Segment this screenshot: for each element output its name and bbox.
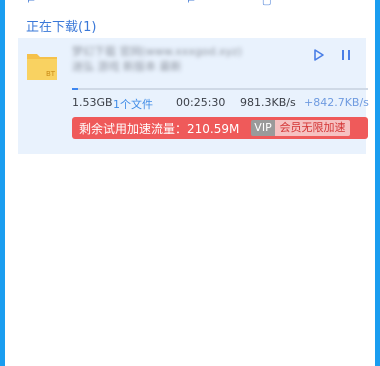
download-speed: 981.3KB/s [240,96,296,109]
bt-folder-icon: BT [27,54,57,80]
time-remaining: 00:25:30 [176,96,226,109]
toolbar-remnant: ⌐ ⌐ ▢ [10,0,370,7]
play-icon[interactable] [312,48,326,62]
vip-badge[interactable]: VIP [251,120,275,136]
pause-icon[interactable] [339,48,353,62]
file-name[interactable]: 梦幻下载 官网(www.xxxgod.xyz)迷弘 游戏 新版本 最新 [72,44,244,74]
file-count-link[interactable]: 1个文件 [113,96,153,112]
downloading-section-title: 正在下载(1) [26,20,97,35]
toolbar-icon-left[interactable]: ⌐ [27,0,35,7]
toolbar-icon-right[interactable]: ▢ [262,0,271,7]
download-task-row[interactable]: BT 梦幻下载 官网(www.xxxgod.xyz)迷弘 游戏 新版本 最新 1… [18,38,369,154]
progress-fill [72,88,78,90]
bt-badge: BT [46,70,56,78]
toolbar-icon-mid[interactable]: ⌐ [187,0,195,7]
trial-traffic-label: 剩余试用加速流量：210.59M [79,122,240,136]
progress-bar [72,88,368,90]
file-size: 1.53GB [72,96,113,109]
trial-acceleration-banner: 剩余试用加速流量：210.59M VIP 会员无限加速 [72,117,368,139]
window-frame: ⌐ ⌐ ▢ 正在下载(1) BT 梦幻下载 官网(www.xxxgod.xyz)… [0,0,380,366]
speed-boost: +842.7KB/s [304,96,369,109]
vip-unlimited-button[interactable]: 会员无限加速 [275,120,350,136]
